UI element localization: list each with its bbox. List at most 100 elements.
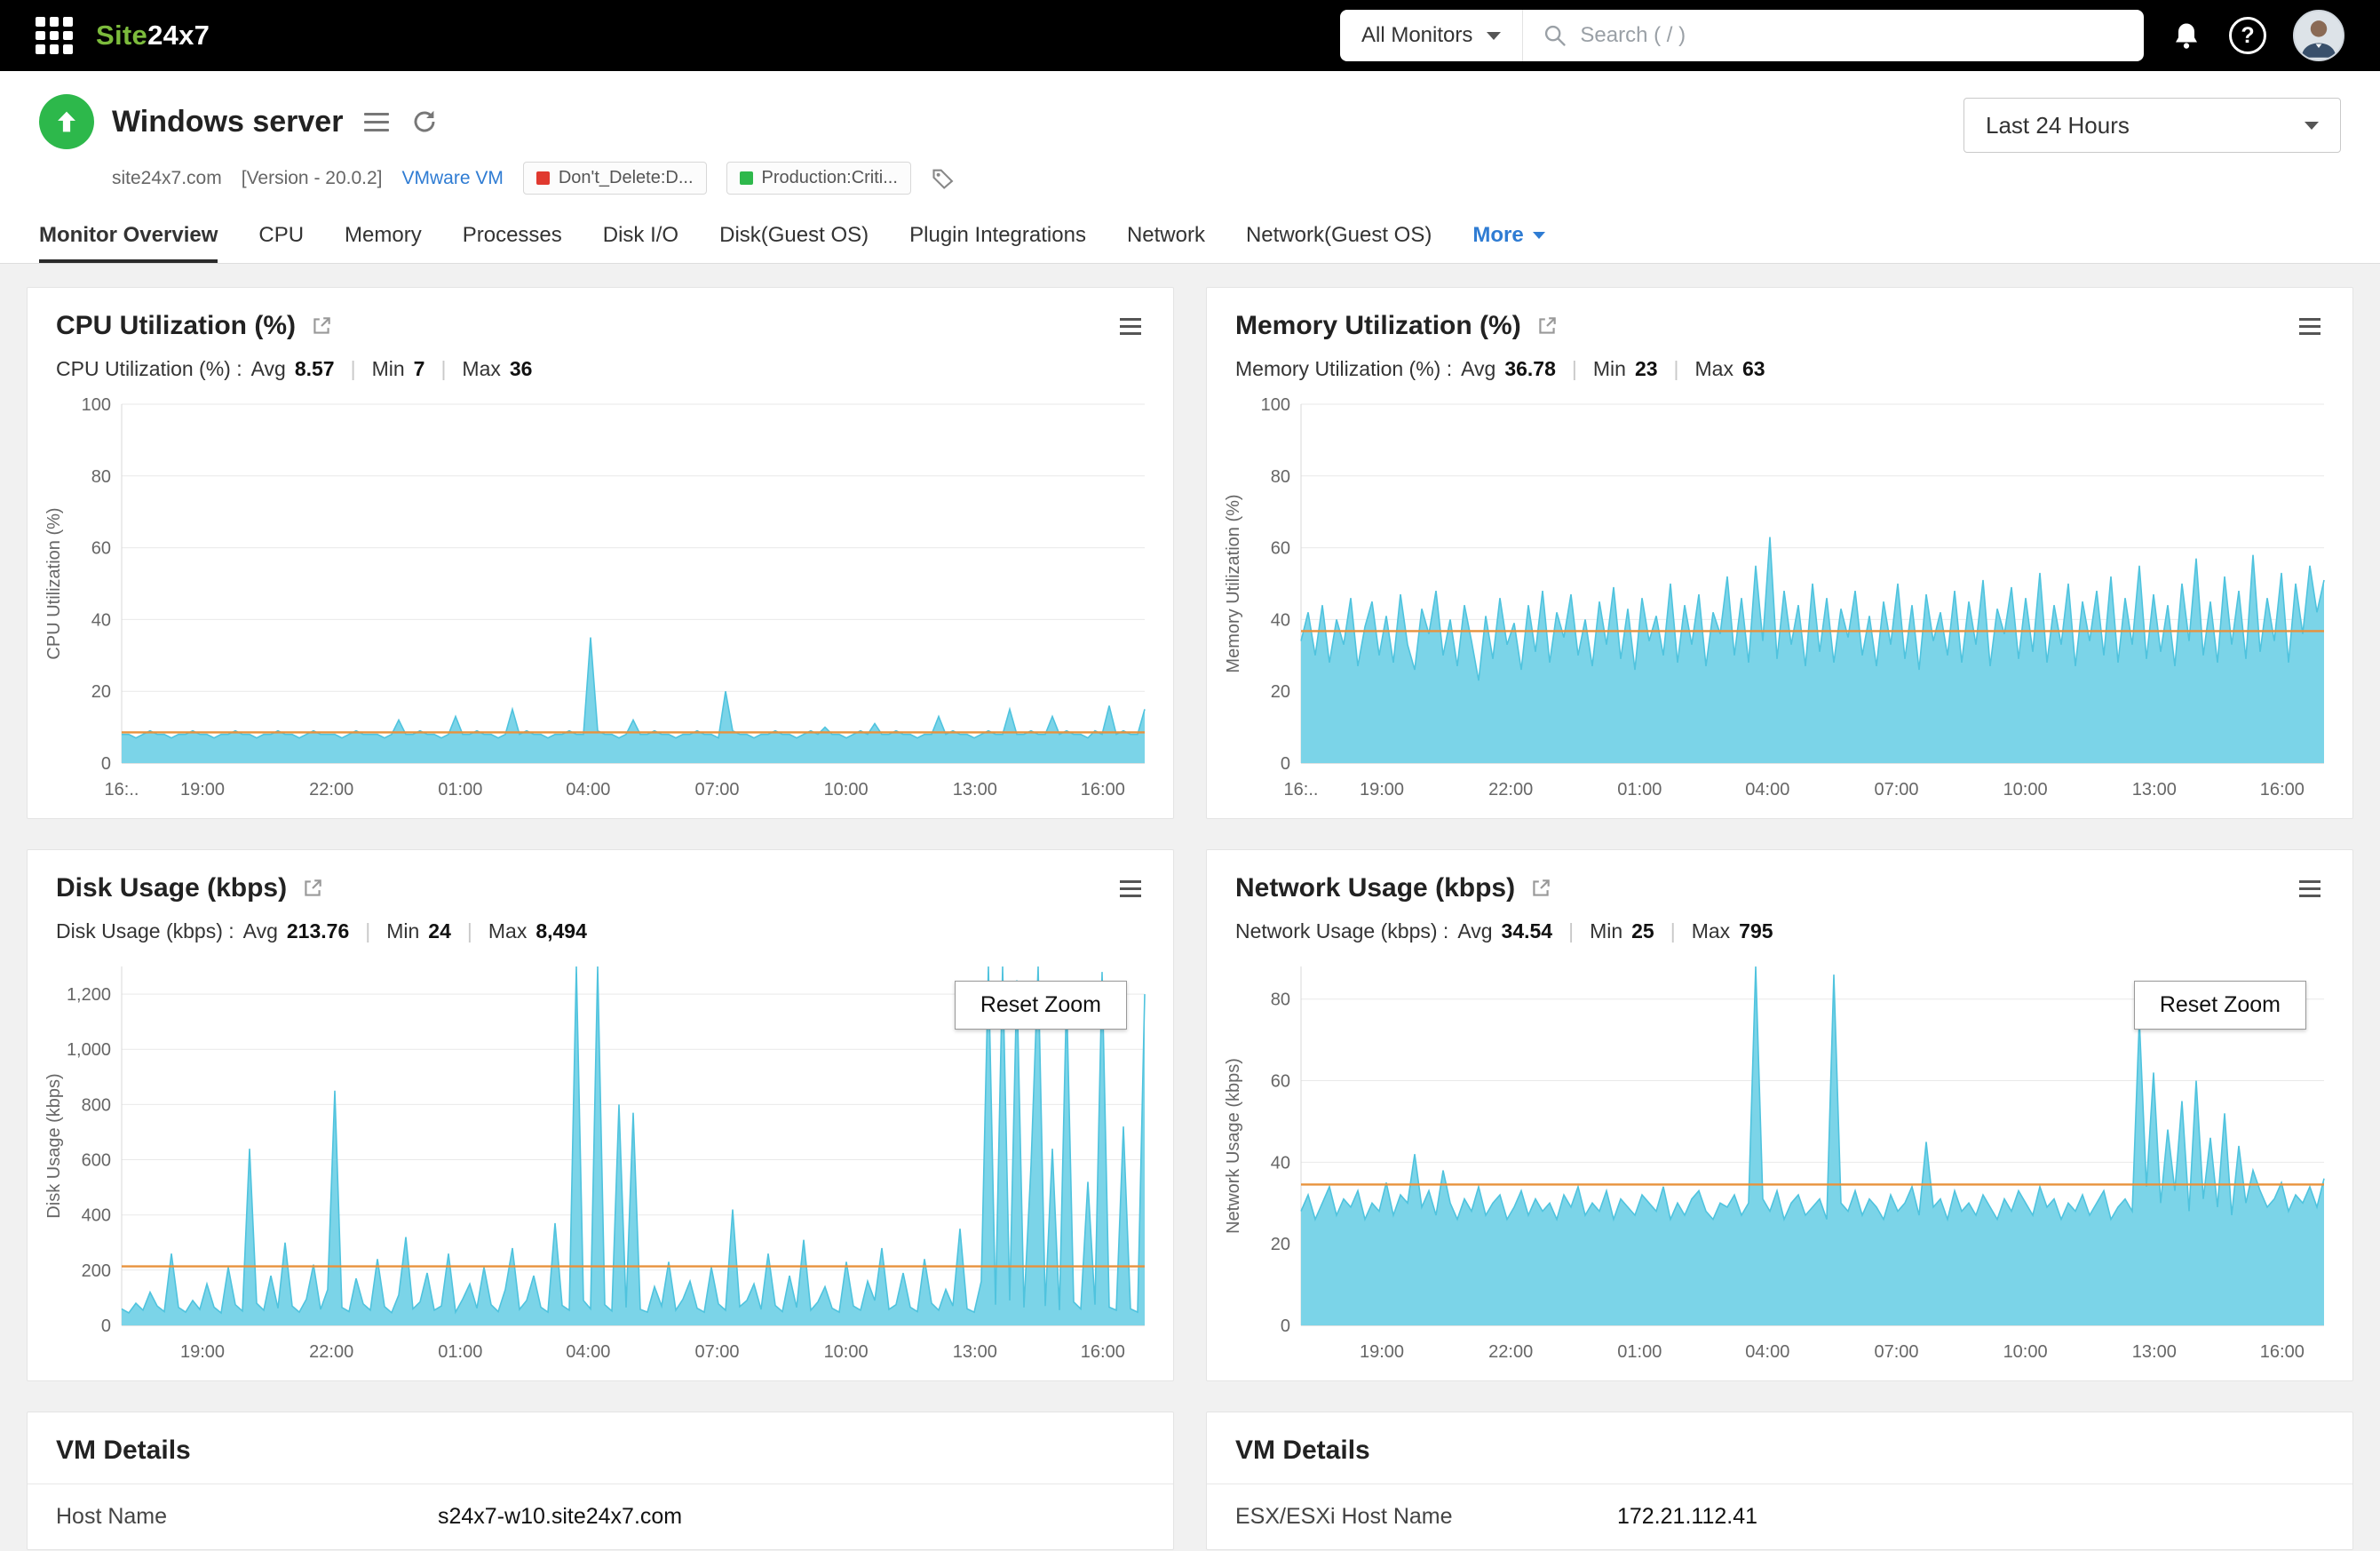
svg-text:80: 80: [1271, 467, 1290, 487]
chart-summary-stats: Memory Utilization (%) : Avg 36.78 | Min…: [1207, 341, 2352, 381]
memory-utilization-chart[interactable]: 0 20 40 60 80 100 16:.. 19:00 22:00 01:00 04:00 07:…: [1216, 388, 2336, 806]
svg-text:600: 600: [82, 1151, 111, 1171]
svg-text:60: 60: [1271, 1072, 1290, 1092]
tab-processes[interactable]: Processes: [463, 211, 562, 263]
stat-min-word: Min: [371, 357, 405, 380]
stat-separator: |: [1571, 357, 1577, 380]
stat-min-value: 24: [428, 919, 451, 943]
svg-text:07:00: 07:00: [694, 780, 739, 799]
tab-monitor-overview[interactable]: Monitor Overview: [39, 211, 218, 263]
svg-text:10:00: 10:00: [824, 780, 869, 799]
announcements-bell-icon[interactable]: [2170, 20, 2202, 52]
tag-chip[interactable]: Production:Criti...: [726, 162, 911, 195]
stat-avg-value: 34.54: [1501, 919, 1553, 943]
svg-text:19:00: 19:00: [1360, 1342, 1404, 1362]
stat-separator: |: [1670, 919, 1676, 943]
help-icon[interactable]: ?: [2229, 17, 2266, 54]
svg-text:Memory Utilization (%): Memory Utilization (%): [1224, 494, 1243, 672]
panel-title: CPU Utilization (%): [56, 311, 296, 340]
stat-max-word: Max: [1691, 919, 1731, 943]
search-input[interactable]: [1580, 23, 2124, 48]
expand-chart-icon[interactable]: [1535, 314, 1559, 338]
svg-text:800: 800: [82, 1095, 111, 1115]
panel-title: Memory Utilization (%): [1235, 311, 1521, 340]
expand-chart-icon[interactable]: [310, 314, 333, 338]
tags-icon[interactable]: [931, 166, 956, 191]
cpu-utilization-chart[interactable]: 0 20 40 60 80 100 16:.. 19:00 22:00 01:00 04:00 07:…: [36, 388, 1157, 806]
tab-network[interactable]: Network: [1127, 211, 1205, 263]
tab-disk-guest-os[interactable]: Disk(Guest OS): [719, 211, 869, 263]
search-box: [1523, 23, 2144, 48]
svg-text:13:00: 13:00: [953, 1342, 997, 1362]
time-range-dropdown[interactable]: Last 24 Hours: [1964, 98, 2341, 153]
user-avatar[interactable]: [2293, 10, 2344, 61]
svg-text:22:00: 22:00: [1488, 780, 1533, 799]
svg-text:80: 80: [91, 467, 111, 487]
logo-text-white: 24x7: [147, 20, 210, 51]
chart-menu-icon[interactable]: [2296, 314, 2324, 338]
stat-max-value: 63: [1741, 357, 1765, 380]
tab-network-guest-os[interactable]: Network(Guest OS): [1246, 211, 1432, 263]
monitor-scope-label: All Monitors: [1361, 23, 1473, 47]
tag-chip[interactable]: Don't_Delete:D...: [522, 162, 707, 195]
stat-avg-word: Avg: [1461, 357, 1496, 380]
monitor-list-icon[interactable]: [361, 109, 393, 135]
tag-color-red: [536, 171, 550, 185]
svg-text:0: 0: [101, 754, 111, 774]
tag-label: Don't_Delete:D...: [558, 168, 694, 187]
svg-text:Disk Usage (kbps): Disk Usage (kbps): [44, 1073, 64, 1218]
svg-text:04:00: 04:00: [566, 1342, 610, 1362]
chart-menu-icon[interactable]: [1116, 877, 1145, 901]
tab-memory[interactable]: Memory: [345, 211, 422, 263]
panel-network-usage: Network Usage (kbps) Network Usage (kbps…: [1206, 849, 2353, 1381]
svg-text:04:00: 04:00: [1745, 780, 1789, 799]
panel-vm-details-guest: VM Details Host Name s24x7-w10.site24x7.…: [27, 1412, 1174, 1550]
vm-detail-row: ESX/ESXi Host Name 172.21.112.41: [1207, 1484, 2352, 1549]
vm-row-value: 172.21.112.41: [1617, 1504, 1758, 1529]
svg-text:20: 20: [91, 682, 111, 702]
svg-text:20: 20: [1271, 1235, 1290, 1254]
reset-zoom-button[interactable]: Reset Zoom: [954, 981, 1127, 1030]
svg-text:04:00: 04:00: [1745, 1342, 1789, 1362]
expand-chart-icon[interactable]: [1529, 877, 1552, 900]
monitor-type-link[interactable]: VMware VM: [402, 168, 504, 189]
svg-text:01:00: 01:00: [1617, 1342, 1662, 1362]
tab-more[interactable]: More: [1472, 211, 1545, 263]
stat-separator: |: [350, 357, 356, 380]
svg-text:10:00: 10:00: [824, 1342, 869, 1362]
expand-chart-icon[interactable]: [301, 877, 324, 900]
apps-grid-icon[interactable]: [36, 17, 73, 54]
svg-text:01:00: 01:00: [438, 1342, 482, 1362]
monitor-header: Windows server site24x7.com [Version - 2…: [0, 71, 2380, 211]
stat-avg-word: Avg: [242, 919, 278, 943]
tab-plugin-integrations[interactable]: Plugin Integrations: [909, 211, 1086, 263]
monitor-scope-dropdown[interactable]: All Monitors: [1340, 10, 1524, 61]
vm-row-value: s24x7-w10.site24x7.com: [438, 1504, 683, 1529]
reset-zoom-button[interactable]: Reset Zoom: [2133, 981, 2306, 1030]
tab-cpu[interactable]: CPU: [258, 211, 304, 263]
refresh-icon[interactable]: [410, 107, 439, 136]
svg-text:400: 400: [82, 1206, 111, 1226]
stat-separator: |: [440, 357, 447, 380]
topbar-controls: All Monitors ?: [1340, 10, 2344, 61]
stat-max-value: 36: [509, 357, 533, 380]
chevron-down-icon: [1487, 31, 1502, 40]
svg-text:CPU Utilization (%): CPU Utilization (%): [44, 507, 64, 659]
tab-disk-io[interactable]: Disk I/O: [603, 211, 678, 263]
svg-text:04:00: 04:00: [566, 780, 610, 799]
monitor-tabs: Monitor Overview CPU Memory Processes Di…: [0, 211, 2380, 264]
svg-text:0: 0: [101, 1316, 111, 1336]
time-range-value: Last 24 Hours: [1986, 111, 2130, 139]
chevron-down-icon: [1532, 231, 1545, 239]
stat-max-value: 8,494: [536, 919, 587, 943]
chart-summary-stats: Network Usage (kbps) : Avg 34.54 | Min 2…: [1207, 903, 2352, 943]
chart-menu-icon[interactable]: [2296, 877, 2324, 901]
chart-menu-icon[interactable]: [1116, 314, 1145, 338]
stat-separator: |: [365, 919, 371, 943]
stat-min-word: Min: [1590, 919, 1623, 943]
svg-text:22:00: 22:00: [309, 1342, 353, 1362]
stat-max-value: 795: [1739, 919, 1773, 943]
stat-max-word: Max: [488, 919, 528, 943]
svg-text:07:00: 07:00: [1874, 780, 1918, 799]
site24x7-logo[interactable]: Site24x7: [96, 20, 210, 52]
